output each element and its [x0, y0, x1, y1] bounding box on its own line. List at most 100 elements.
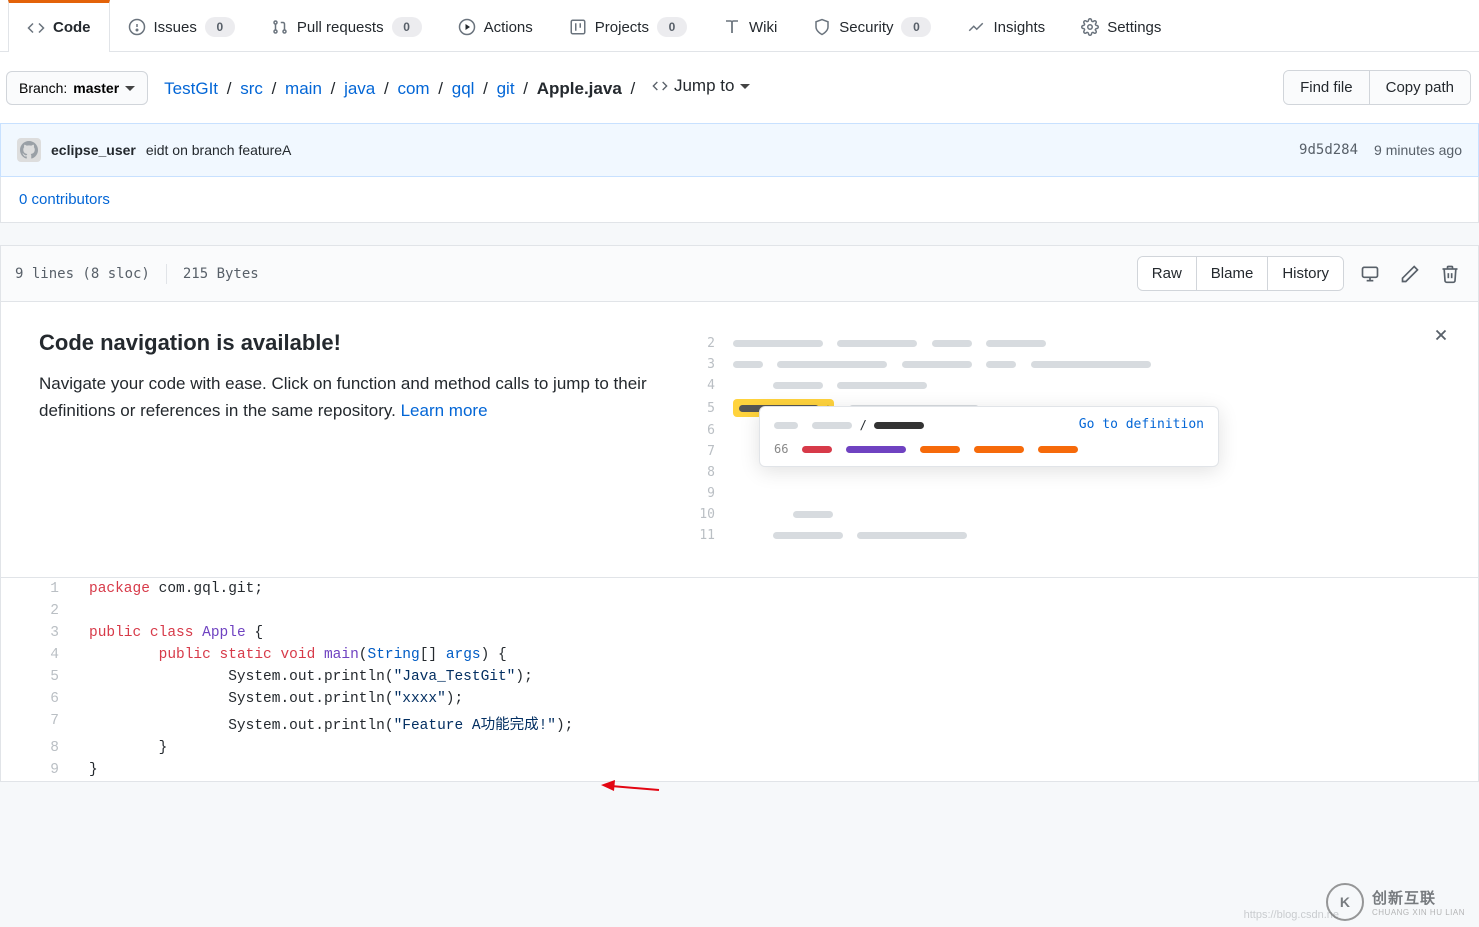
line-num[interactable]: 5 — [1, 666, 73, 688]
code-icon — [27, 19, 45, 37]
commit-author[interactable]: eclipse_user — [51, 142, 136, 158]
delete-button[interactable] — [1436, 260, 1464, 288]
crumb-1[interactable]: src — [240, 79, 263, 98]
banner-text: Code navigation is available! Navigate y… — [39, 330, 689, 424]
tab-issues[interactable]: Issues 0 — [110, 0, 253, 51]
repo-tabnav: Code Issues 0 Pull requests 0 Actions Pr… — [0, 0, 1479, 52]
code-line[interactable]: } — [73, 737, 1478, 759]
close-icon — [1432, 326, 1450, 344]
project-icon — [569, 18, 587, 36]
tab-code[interactable]: Code — [8, 0, 110, 52]
code-nav-banner: Code navigation is available! Navigate y… — [0, 302, 1479, 578]
contributors-link[interactable]: 0 contributors — [19, 191, 110, 208]
code-view: 1package com.gql.git; 2 3public class Ap… — [0, 578, 1479, 782]
blob-toolbar: 9 lines (8 sloc) 215 Bytes Raw Blame His… — [0, 245, 1479, 302]
security-count: 0 — [901, 17, 931, 37]
tab-wiki[interactable]: Wiki — [705, 0, 795, 51]
code-line[interactable]: public class Apple { — [73, 622, 1478, 644]
code-line[interactable] — [73, 600, 1478, 622]
crumb-3[interactable]: java — [344, 79, 375, 98]
tab-actions[interactable]: Actions — [440, 0, 551, 51]
tab-pulls[interactable]: Pull requests 0 — [253, 0, 440, 51]
branch-select-button[interactable]: Branch: master — [6, 71, 148, 105]
tab-settings[interactable]: Settings — [1063, 0, 1179, 51]
line-num[interactable]: 4 — [1, 644, 73, 666]
pulls-count: 0 — [392, 17, 422, 37]
blame-button[interactable]: Blame — [1196, 257, 1268, 290]
tab-actions-label: Actions — [484, 19, 533, 36]
crumb-4[interactable]: com — [397, 79, 429, 98]
issue-icon — [128, 18, 146, 36]
code-line[interactable]: public static void main(String[] args) { — [73, 644, 1478, 666]
code-line[interactable]: System.out.println("Java_TestGit"); — [73, 666, 1478, 688]
code-line[interactable]: System.out.println("xxxx"); — [73, 688, 1478, 710]
jump-to-menu[interactable]: Jump to — [652, 76, 750, 96]
graph-icon — [967, 18, 985, 36]
line-num[interactable]: 6 — [1, 688, 73, 710]
git-pull-icon — [271, 18, 289, 36]
learn-more-link[interactable]: Learn more — [401, 401, 488, 420]
line-num[interactable]: 3 — [1, 622, 73, 644]
blob-actions: Raw Blame History — [1137, 256, 1464, 291]
code-line[interactable]: package com.gql.git; — [73, 578, 1478, 600]
line-num[interactable]: 2 — [1, 600, 73, 622]
crumb-5[interactable]: gql — [452, 79, 475, 98]
breadcrumb: TestGIt / src / main / java / com / gql … — [164, 76, 750, 99]
desktop-button[interactable] — [1356, 260, 1384, 288]
file-lines: 9 lines (8 sloc) — [15, 266, 150, 282]
commit-message[interactable]: eidt on branch featureA — [146, 142, 292, 158]
issues-count: 0 — [205, 17, 235, 37]
branch-prefix: Branch: — [19, 80, 67, 96]
crumb-2[interactable]: main — [285, 79, 322, 98]
commit-info: eclipse_user eidt on branch featureA — [17, 138, 291, 162]
tab-projects[interactable]: Projects 0 — [551, 0, 705, 51]
find-file-button[interactable]: Find file — [1284, 71, 1369, 104]
commit-time: 9 minutes ago — [1374, 142, 1462, 158]
caret-down-icon — [125, 83, 135, 93]
tab-projects-label: Projects — [595, 19, 649, 36]
history-button[interactable]: History — [1267, 257, 1343, 290]
line-num[interactable]: 8 — [1, 737, 73, 759]
jump-to-label: Jump to — [674, 76, 734, 96]
pencil-icon — [1400, 264, 1420, 284]
tab-insights[interactable]: Insights — [949, 0, 1063, 51]
caret-down-icon — [740, 81, 750, 91]
code-icon — [652, 78, 668, 94]
go-to-definition-link[interactable]: Go to definition — [1079, 417, 1204, 432]
edit-button[interactable] — [1396, 260, 1424, 288]
shield-icon — [813, 18, 831, 36]
crumb-0[interactable]: TestGIt — [164, 79, 218, 98]
commit-sha[interactable]: 9d5d284 — [1299, 142, 1358, 158]
annotation-arrow-icon — [601, 780, 661, 800]
tab-security[interactable]: Security 0 — [795, 0, 949, 51]
tab-pulls-label: Pull requests — [297, 19, 384, 36]
line-num[interactable]: 7 — [1, 710, 73, 737]
line-num[interactable]: 1 — [1, 578, 73, 600]
copy-path-button[interactable]: Copy path — [1369, 71, 1470, 104]
banner-close-button[interactable] — [1426, 322, 1456, 352]
avatar[interactable] — [17, 138, 41, 162]
tab-code-label: Code — [53, 19, 91, 36]
popup-line-num: 66 — [774, 442, 788, 456]
book-icon — [723, 18, 741, 36]
current-file: Apple.java — [537, 79, 622, 98]
line-num[interactable]: 9 — [1, 759, 73, 781]
view-modes: Raw Blame History — [1137, 256, 1344, 291]
file-nav-left: Branch: master TestGIt / src / main / ja… — [6, 71, 750, 105]
octocat-icon — [20, 141, 38, 159]
banner-body: Navigate your code with ease. Click on f… — [39, 370, 689, 424]
watermark-brand-en: CHUANG XIN HU LIAN — [1372, 908, 1465, 917]
crumb-6[interactable]: git — [497, 79, 515, 98]
spacer — [0, 223, 1479, 245]
tab-settings-label: Settings — [1107, 19, 1161, 36]
contributors-bar: 0 contributors — [0, 177, 1479, 223]
file-navigation: Branch: master TestGIt / src / main / ja… — [0, 52, 1479, 123]
raw-button[interactable]: Raw — [1138, 257, 1196, 290]
code-line[interactable]: } — [73, 759, 1478, 781]
play-icon — [458, 18, 476, 36]
tab-wiki-label: Wiki — [749, 19, 777, 36]
commit-bar: eclipse_user eidt on branch featureA 9d5… — [0, 123, 1479, 177]
file-info: 9 lines (8 sloc) 215 Bytes — [15, 264, 259, 284]
code-line[interactable]: System.out.println("Feature A功能完成!"); — [73, 710, 1478, 737]
definition-popup: / Go to definition 66 — [759, 406, 1219, 467]
